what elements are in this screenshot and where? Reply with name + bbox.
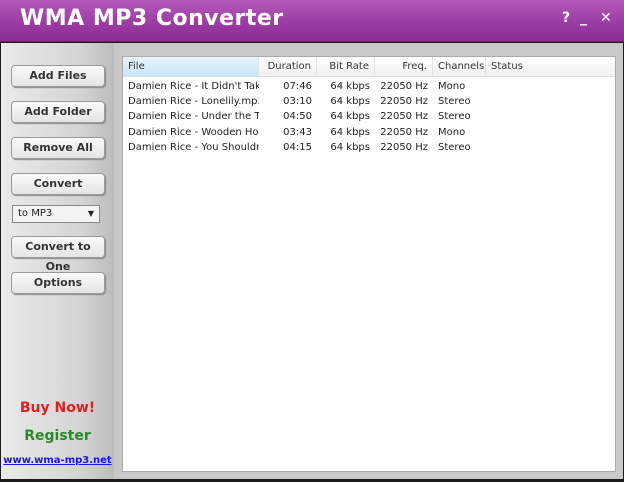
cell-file: Damien Rice - Under the To...: [128, 111, 259, 123]
convert-to-one-button[interactable]: Convert to One: [11, 236, 105, 273]
format-select-value: to MP3: [18, 208, 53, 219]
column-header-bitrate[interactable]: Bit Rate: [317, 57, 375, 77]
register-link[interactable]: Register: [1, 428, 114, 444]
convert-button[interactable]: Convert: [11, 173, 105, 195]
column-header-channels[interactable]: Channels: [433, 57, 486, 77]
cell-file: Damien Rice - You Shouldn'...: [128, 141, 259, 153]
title-bar: WMA MP3 Converter ? _ ✕: [0, 0, 624, 42]
minimize-icon[interactable]: _: [580, 10, 587, 26]
buy-now-link[interactable]: Buy Now!: [1, 400, 114, 416]
file-list[interactable]: File Duration Bit Rate Freq. Channels St…: [122, 56, 616, 472]
cell-freq: 22050 Hz: [380, 126, 428, 138]
column-header-file[interactable]: File: [123, 57, 259, 77]
app-title: WMA MP3 Converter: [20, 6, 284, 31]
cell-channels: Stereo: [438, 141, 471, 153]
remove-all-button[interactable]: Remove All: [11, 137, 105, 159]
cell-freq: 22050 Hz: [380, 111, 428, 123]
cell-duration: 03:10: [283, 96, 312, 108]
cell-channels: Stereo: [438, 111, 471, 123]
cell-freq: 22050 Hz: [380, 141, 428, 153]
cell-channels: Mono: [438, 126, 466, 138]
help-icon[interactable]: ?: [562, 10, 570, 26]
cell-freq: 22050 Hz: [380, 96, 428, 108]
table-row[interactable]: Damien Rice - Wooden Hor... 03:43 64 kbps 2…: [123, 125, 615, 140]
cell-duration: 07:46: [283, 81, 312, 92]
list-header: File Duration Bit Rate Freq. Channels St…: [123, 57, 615, 77]
cell-file: Damien Rice - Wooden Hor...: [128, 126, 259, 138]
cell-freq: 22050 Hz: [380, 81, 428, 92]
cell-channels: Stereo: [438, 96, 471, 108]
cell-bitrate: 64 kbps: [330, 141, 370, 153]
table-row[interactable]: Damien Rice - Under the To... 04:50 64 kbp…: [123, 109, 615, 124]
cell-file: Damien Rice - Lonelily.mp3: [128, 96, 259, 108]
table-row[interactable]: Damien Rice - You Shouldn'... 04:15 64 kbp…: [123, 140, 615, 155]
add-folder-button[interactable]: Add Folder: [11, 101, 105, 123]
close-icon[interactable]: ✕: [600, 10, 612, 26]
cell-bitrate: 64 kbps: [330, 126, 370, 138]
add-files-button[interactable]: Add Files: [11, 65, 105, 87]
sidebar: Add Files Add Folder Remove All Convert …: [1, 43, 114, 479]
chevron-down-icon: ▼: [87, 209, 94, 218]
table-row[interactable]: Damien Rice - Lonelily.mp3 03:10 64 kbps 22…: [123, 94, 615, 109]
cell-file: Damien Rice - It Didn't Take...: [128, 81, 259, 92]
format-select[interactable]: to MP3 ▼: [12, 205, 100, 223]
column-header-duration[interactable]: Duration: [259, 57, 317, 77]
column-header-freq[interactable]: Freq.: [375, 57, 433, 77]
options-button[interactable]: Options: [11, 272, 105, 294]
cell-bitrate: 64 kbps: [330, 111, 370, 123]
cell-channels: Mono: [438, 81, 466, 92]
cell-bitrate: 64 kbps: [330, 96, 370, 108]
cell-bitrate: 64 kbps: [330, 81, 370, 92]
cell-duration: 04:50: [283, 111, 312, 123]
website-link[interactable]: www.wma-mp3.net: [1, 455, 114, 466]
column-header-status[interactable]: Status: [491, 57, 611, 77]
cell-duration: 03:43: [283, 126, 312, 138]
cell-duration: 04:15: [283, 141, 312, 153]
table-row[interactable]: Damien Rice - It Didn't Take... 07:46 64 k…: [123, 79, 615, 94]
